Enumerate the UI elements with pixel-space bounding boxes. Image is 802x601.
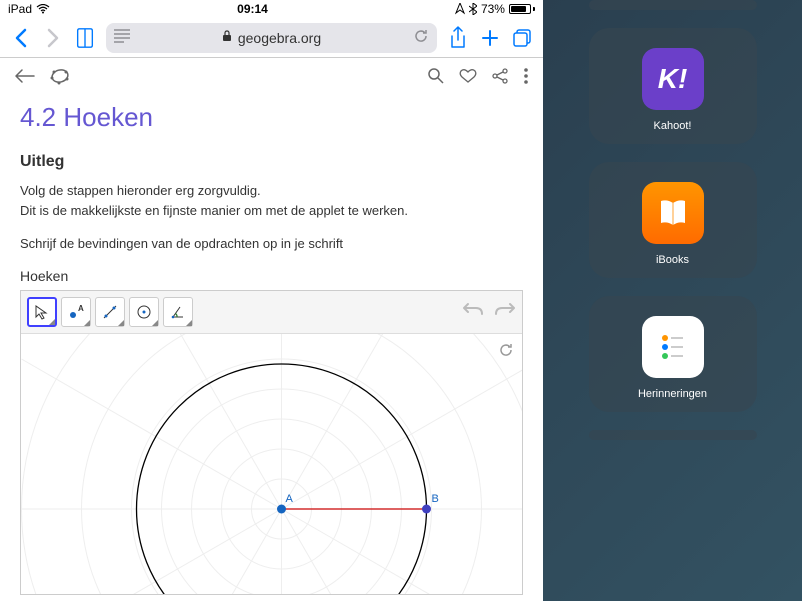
point-a-label: A [286,493,294,505]
applet-heading: Hoeken [20,268,523,284]
app-card-ibooks[interactable]: iBooks [589,162,757,278]
geogebra-applet[interactable]: A [20,290,523,595]
app-card-reminders[interactable]: Herinneringen [589,296,757,412]
svg-text:A: A [78,304,84,313]
tool-line[interactable] [95,297,125,327]
battery-icon [509,4,535,14]
point-b-label: B [432,493,439,505]
redo-button[interactable] [494,300,516,324]
instruction-paragraph-2: Schrijf de bevindingen van de opdrachten… [20,234,523,254]
reminders-label: Herinneringen [638,388,707,400]
forward-button[interactable] [42,27,64,49]
geometry-plot[interactable]: A B [21,334,522,594]
tool-circle[interactable] [129,297,159,327]
app-card-peek-bottom[interactable] [589,430,757,440]
url-text: geogebra.org [238,30,321,46]
kahoot-icon: K! [642,48,704,110]
page-title: 4.2 Hoeken [20,102,523,133]
location-icon [455,3,465,15]
tool-move[interactable] [27,297,57,327]
safari-window: iPad 09:14 73% [0,0,543,601]
bluetooth-icon [469,3,477,15]
bookmarks-button[interactable] [74,27,96,49]
tool-angle[interactable] [163,297,193,327]
app-card-peek-top[interactable] [589,0,757,10]
reset-applet-icon[interactable] [498,342,514,363]
battery-pct: 73% [481,2,505,16]
kahoot-label: Kahoot! [654,120,692,132]
carrier-label: iPad [8,2,32,16]
ipad-dock-sidebar: K! Kahoot! iBooks Herinneringen [543,0,802,601]
share-page-icon[interactable] [491,67,509,90]
favorite-icon[interactable] [459,67,477,90]
ibooks-icon [642,182,704,244]
geogebra-logo-icon[interactable] [50,66,70,91]
page-content: 4.2 Hoeken Uitleg Volg de stappen hieron… [0,98,543,599]
reminders-icon [642,316,704,378]
reader-icon[interactable] [114,29,130,46]
applet-canvas[interactable]: A B [21,334,522,594]
ibooks-label: iBooks [656,254,689,266]
geogebra-app-bar [0,58,543,98]
wifi-icon [36,4,50,14]
new-tab-button[interactable] [479,27,501,49]
lock-icon [222,30,232,45]
more-icon[interactable] [523,67,529,90]
clock: 09:14 [237,2,268,16]
back-button[interactable] [10,27,32,49]
tool-point[interactable]: A [61,297,91,327]
point-a[interactable] [277,504,286,513]
undo-button[interactable] [462,300,484,324]
share-button[interactable] [447,27,469,49]
safari-toolbar: geogebra.org [0,18,543,58]
address-bar[interactable]: geogebra.org [106,23,437,53]
app-back-button[interactable] [14,67,36,90]
point-b[interactable] [422,504,431,513]
app-card-kahoot[interactable]: K! Kahoot! [589,28,757,144]
tabs-button[interactable] [511,27,533,49]
instruction-paragraph-1: Volg de stappen hieronder erg zorgvuldig… [20,181,523,220]
applet-toolbar: A [21,291,522,334]
search-icon[interactable] [427,67,445,90]
status-bar: iPad 09:14 73% [0,0,543,18]
section-heading: Uitleg [20,153,523,171]
reload-button[interactable] [413,28,429,47]
